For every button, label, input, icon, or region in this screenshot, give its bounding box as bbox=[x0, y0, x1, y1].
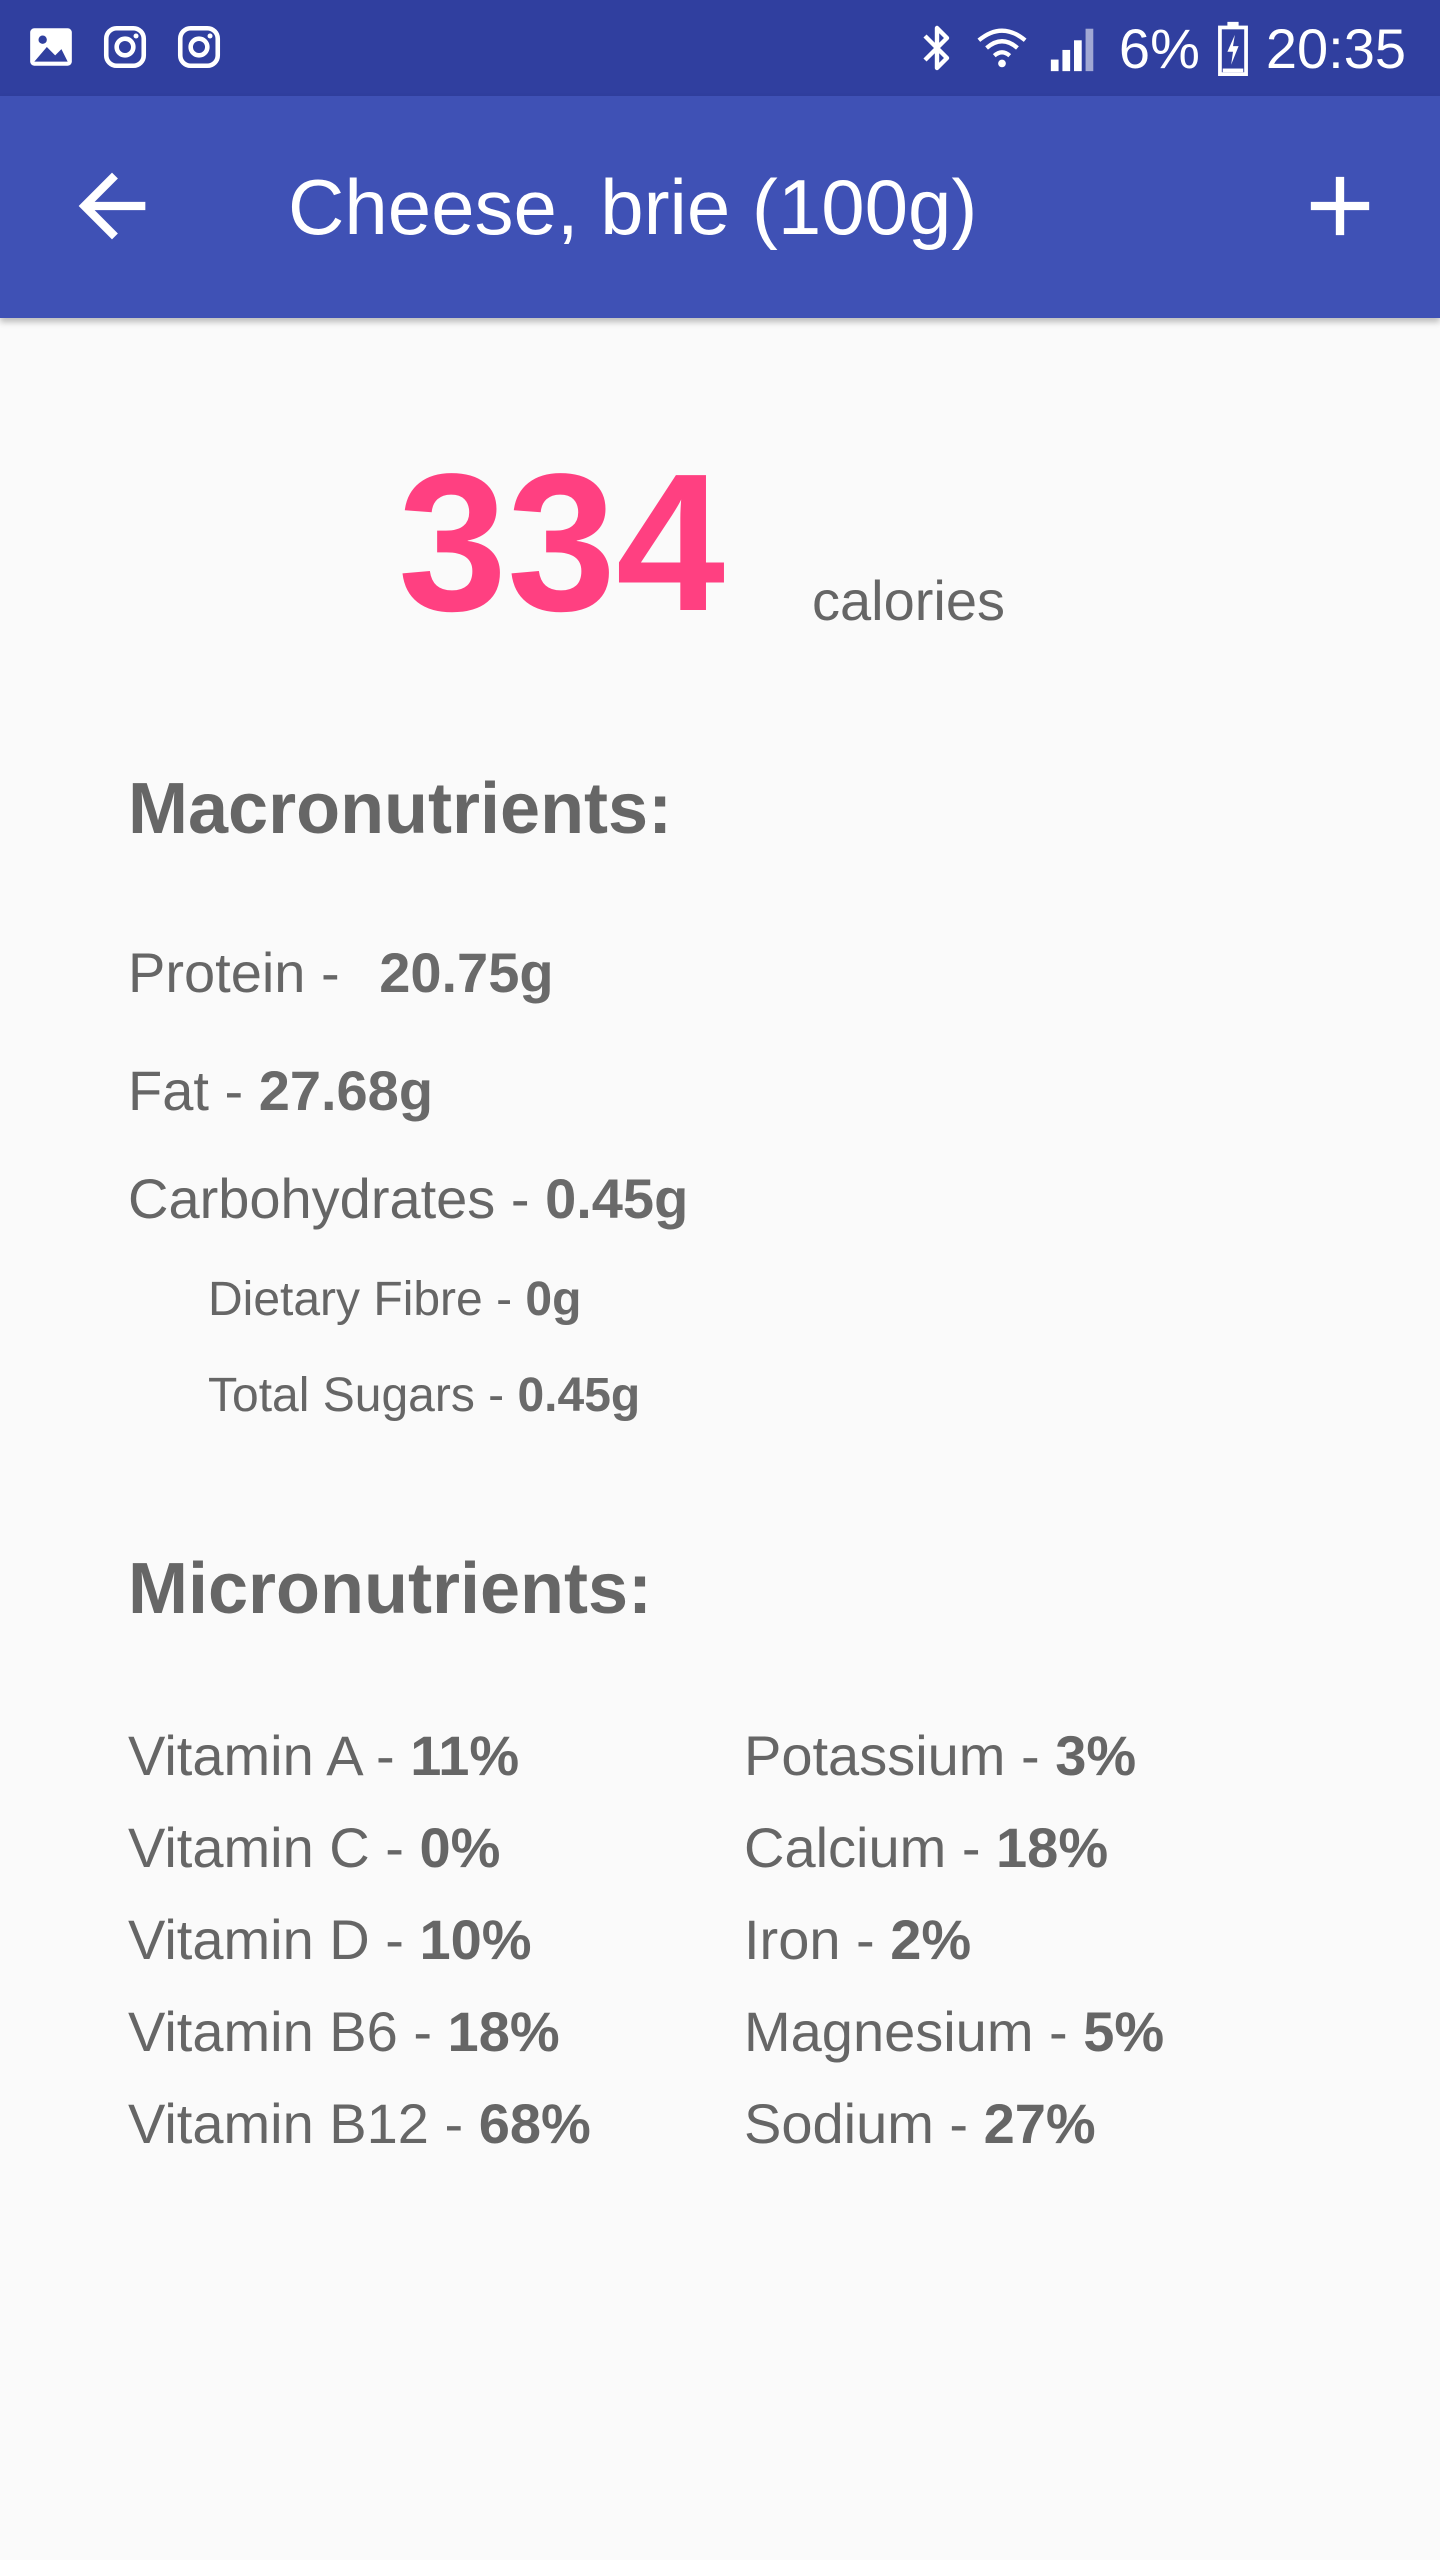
micronutrient-label: Vitamin B12 - bbox=[128, 2092, 479, 2155]
micronutrient-value: 18% bbox=[996, 1816, 1109, 1879]
clock: 20:35 bbox=[1265, 16, 1406, 80]
sugars-row: Total Sugars - 0.45g bbox=[208, 1368, 640, 1423]
plus-icon bbox=[1310, 176, 1370, 236]
app-bar: Cheese, brie (100g) bbox=[0, 96, 1440, 318]
micronutrients-left-column: Vitamin A - 11% Vitamin C - 0% Vitamin D… bbox=[128, 1720, 591, 2180]
micronutrient-label: Sodium - bbox=[744, 2092, 984, 2155]
protein-row: Protein - 20.75g bbox=[128, 940, 554, 1005]
page-title: Cheese, brie (100g) bbox=[288, 163, 978, 251]
micronutrient-row: Vitamin D - 10% bbox=[128, 1904, 591, 1996]
micronutrient-value: 68% bbox=[478, 2092, 591, 2155]
micronutrient-label: Vitamin D - bbox=[128, 1908, 420, 1971]
carbohydrates-row: Carbohydrates - 0.45g bbox=[128, 1166, 688, 1231]
instagram-icon bbox=[103, 25, 147, 69]
fibre-value: 0g bbox=[525, 1273, 582, 1326]
micronutrient-value: 0% bbox=[419, 1816, 501, 1879]
battery-charging-icon bbox=[1217, 21, 1248, 76]
micronutrient-value: 11% bbox=[410, 1724, 520, 1787]
carbohydrates-label: Carbohydrates - bbox=[128, 1167, 546, 1230]
micronutrient-label: Magnesium - bbox=[744, 2000, 1084, 2063]
fat-label: Fat - bbox=[128, 1059, 259, 1122]
micronutrient-row: Sodium - 27% bbox=[744, 2088, 1164, 2180]
notification-icons bbox=[26, 22, 224, 72]
micronutrient-row: Magnesium - 5% bbox=[744, 1996, 1164, 2088]
calories-label: calories bbox=[812, 569, 1005, 632]
micronutrient-row: Vitamin B12 - 68% bbox=[128, 2088, 591, 2180]
sugars-value: 0.45g bbox=[517, 1369, 641, 1422]
micronutrient-label: Potassium - bbox=[744, 1724, 1056, 1787]
carbohydrates-value: 0.45g bbox=[545, 1167, 689, 1230]
micronutrient-label: Vitamin B6 - bbox=[128, 2000, 448, 2063]
micronutrient-label: Vitamin C - bbox=[128, 1816, 420, 1879]
instagram-icon bbox=[177, 25, 221, 69]
micronutrient-value: 10% bbox=[419, 1908, 532, 1971]
micronutrient-row: Potassium - 3% bbox=[744, 1720, 1164, 1812]
system-status: 6% 20:35 bbox=[917, 0, 1406, 96]
protein-label: Protein - bbox=[128, 941, 356, 1004]
micronutrient-row: Vitamin C - 0% bbox=[128, 1812, 591, 1904]
wifi-icon bbox=[977, 28, 1027, 68]
fat-value: 27.68g bbox=[258, 1059, 434, 1122]
micronutrients-title: Micronutrients: bbox=[128, 1549, 653, 1629]
micronutrient-label: Iron - bbox=[744, 1908, 891, 1971]
micronutrient-value: 18% bbox=[447, 2000, 560, 2063]
micronutrient-row: Iron - 2% bbox=[744, 1904, 1164, 1996]
micronutrient-row: Vitamin B6 - 18% bbox=[128, 1996, 591, 2088]
micronutrient-value: 2% bbox=[890, 1908, 972, 1971]
micronutrient-row: Vitamin A - 11% bbox=[128, 1720, 591, 1812]
signal-icon bbox=[1050, 28, 1094, 72]
micronutrients-right-column: Potassium - 3% Calcium - 18% Iron - 2% M… bbox=[744, 1720, 1164, 2180]
arrow-back-icon bbox=[78, 172, 146, 240]
fat-row: Fat - 27.68g bbox=[128, 1058, 433, 1123]
micronutrient-value: 27% bbox=[983, 2092, 1096, 2155]
status-bar: 6% 20:35 bbox=[0, 0, 1440, 96]
macronutrients-title: Macronutrients: bbox=[128, 769, 673, 849]
gallery-icon bbox=[30, 28, 72, 66]
calories-value: 334 bbox=[398, 433, 726, 652]
micronutrient-label: Calcium - bbox=[744, 1816, 997, 1879]
fibre-row: Dietary Fibre - 0g bbox=[208, 1272, 581, 1327]
micronutrient-label: Vitamin A - bbox=[128, 1724, 411, 1787]
bluetooth-icon bbox=[923, 25, 950, 71]
back-button[interactable] bbox=[62, 156, 162, 256]
micronutrient-value: 3% bbox=[1055, 1724, 1137, 1787]
add-button[interactable] bbox=[1290, 156, 1390, 256]
sugars-label: Total Sugars - bbox=[208, 1369, 518, 1422]
fibre-label: Dietary Fibre - bbox=[208, 1273, 526, 1326]
protein-value: 20.75g bbox=[379, 941, 554, 1004]
battery-percent: 6% bbox=[1118, 16, 1200, 80]
micronutrient-value: 5% bbox=[1083, 2000, 1165, 2063]
micronutrient-row: Calcium - 18% bbox=[744, 1812, 1164, 1904]
